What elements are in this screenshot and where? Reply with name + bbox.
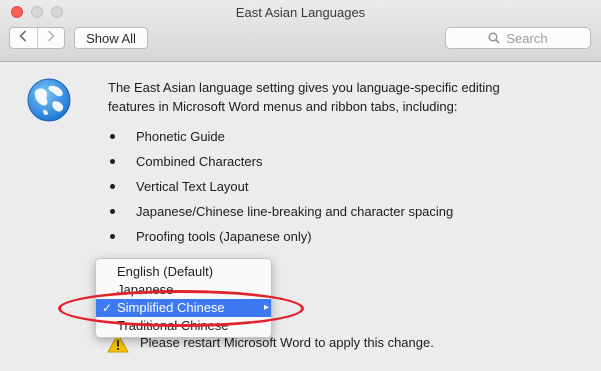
description-text: The East Asian language setting gives yo… [108, 80, 500, 114]
window-title: East Asian Languages [235, 5, 366, 20]
menu-item-label: Japanese [117, 282, 174, 297]
bullet-icon [110, 159, 115, 164]
bullet-icon [110, 209, 115, 214]
show-all-button[interactable]: Show All [74, 27, 148, 49]
preferences-window: East Asian Languages Show All Search The… [0, 0, 601, 371]
feature-label: Phonetic Guide [136, 129, 225, 144]
bullet-icon [110, 184, 115, 189]
feature-label: Combined Characters [136, 154, 263, 169]
feature-label: Proofing tools (Japanese only) [136, 229, 312, 244]
chevron-left-icon [19, 30, 27, 46]
back-button[interactable] [10, 28, 38, 48]
feature-list: Phonetic Guide Combined Characters Verti… [108, 124, 453, 249]
language-popup-menu: English (Default) Japanese ✓ Simplified … [95, 258, 272, 338]
bullet-icon [110, 234, 115, 239]
list-item: Japanese/Chinese line-breaking and chara… [108, 199, 453, 224]
list-item: Proofing tools (Japanese only) [108, 224, 453, 249]
search-placeholder: Search [506, 30, 548, 46]
title-bar: East Asian Languages Show All Search [0, 0, 601, 62]
chevron-right-icon: ▸ [263, 302, 269, 313]
menu-item-simplified-chinese[interactable]: ✓ Simplified Chinese ▸ [96, 299, 271, 317]
chevron-right-icon [47, 30, 55, 46]
navigation-buttons [9, 27, 65, 49]
menu-item-english[interactable]: English (Default) [96, 263, 271, 281]
search-field[interactable]: Search [445, 27, 591, 49]
menu-item-label: Traditional Chinese [117, 318, 229, 333]
globe-icon [26, 77, 72, 123]
menu-item-japanese[interactable]: Japanese [96, 281, 271, 299]
list-item: Combined Characters [108, 149, 453, 174]
bullet-icon [110, 134, 115, 139]
list-item: Vertical Text Layout [108, 174, 453, 199]
menu-item-label: Simplified Chinese [117, 300, 225, 315]
search-icon [488, 32, 500, 44]
menu-item-traditional-chinese[interactable]: Traditional Chinese [96, 317, 271, 335]
checkmark-icon: ✓ [102, 301, 113, 315]
menu-item-label: English (Default) [117, 264, 214, 279]
forward-button[interactable] [38, 28, 65, 48]
feature-label: Japanese/Chinese line-breaking and chara… [136, 204, 454, 219]
list-item: Phonetic Guide [108, 124, 453, 149]
feature-label: Vertical Text Layout [136, 179, 249, 194]
